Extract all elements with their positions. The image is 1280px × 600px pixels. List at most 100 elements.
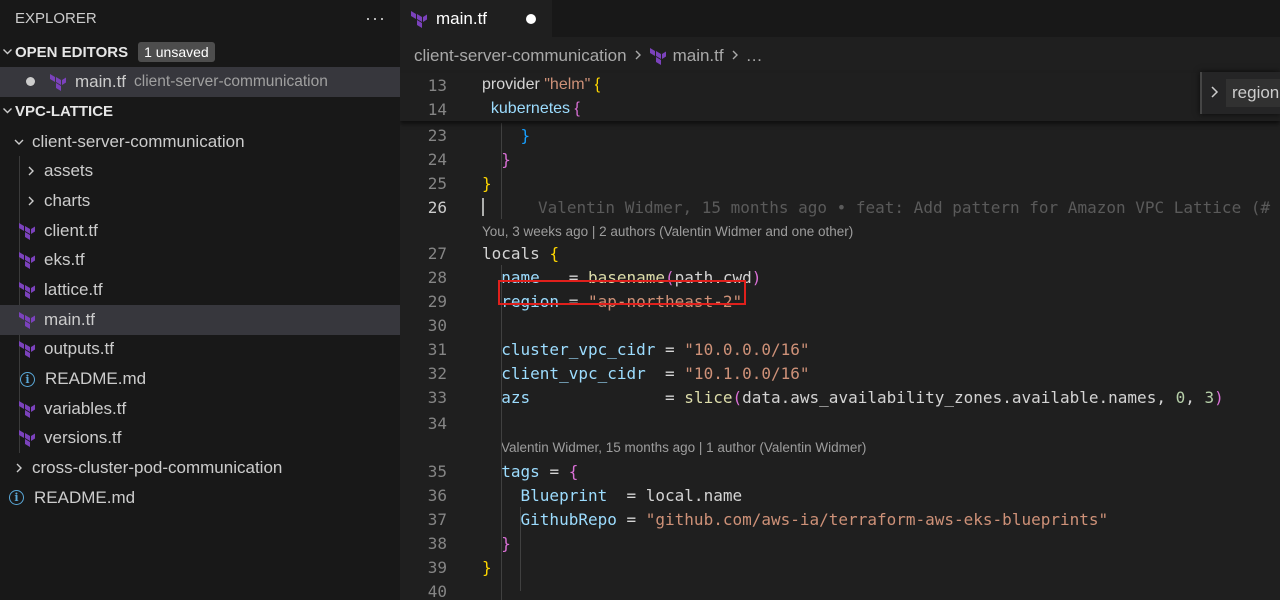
file-variables-tf[interactable]: variables.tf xyxy=(0,394,400,424)
sticky-scroll-header[interactable]: 13 provider "helm" {14 kubernetes { xyxy=(400,73,1280,121)
code-token: ) xyxy=(1214,387,1224,407)
file-label: versions.tf xyxy=(44,428,122,448)
file-label: variables.tf xyxy=(44,398,127,418)
code-token: } xyxy=(482,173,492,193)
editor-area: main.tf client-server-communication main… xyxy=(400,0,1280,600)
code-token: } xyxy=(501,533,511,553)
code-token: cluster_vpc_cidr xyxy=(482,339,666,359)
info-icon: i xyxy=(9,490,24,506)
terraform-icon xyxy=(50,73,66,91)
codelens-blame[interactable]: You, 3 weeks ago | 2 authors (Valentin W… xyxy=(482,221,853,241)
file-client-tf[interactable]: client.tf xyxy=(0,216,400,246)
folder-assets[interactable]: assets xyxy=(0,156,400,186)
codelens-blame[interactable]: Valentin Widmer, 15 months ago | 1 autho… xyxy=(501,437,866,457)
line-number: 35 xyxy=(427,461,447,481)
file-lattice-tf[interactable]: lattice.tf xyxy=(0,275,400,305)
line-number: 13 xyxy=(427,75,447,95)
terraform-icon xyxy=(649,48,666,65)
breadcrumb: client-server-communication main.tf … xyxy=(400,37,1280,75)
file-readme-md[interactable]: i README.md xyxy=(0,364,400,394)
workspace-title: VPC-LATTICE xyxy=(15,103,114,121)
region-highlight-box xyxy=(498,280,746,305)
line-number: 14 xyxy=(427,99,447,119)
code-text: } xyxy=(482,558,492,577)
modified-dot-icon[interactable] xyxy=(526,14,536,24)
open-editor-item-main-tf[interactable]: main.tf client-server-communication xyxy=(0,67,400,97)
breadcrumb-more[interactable]: … xyxy=(746,46,763,66)
explorer-title: EXPLORER xyxy=(15,10,97,27)
folder-charts[interactable]: charts xyxy=(0,186,400,216)
code-line: 32 client_vpc_cidr = "10.1.0.0/16" xyxy=(400,361,1280,385)
line-number: 25 xyxy=(427,173,447,193)
code-line: 27 locals { xyxy=(400,241,1280,265)
terraform-icon xyxy=(19,252,35,270)
code-line: 39} xyxy=(400,555,1280,579)
code-line: 38 } xyxy=(400,531,1280,555)
code-token: { xyxy=(568,461,579,481)
code-token: provider xyxy=(482,76,545,93)
line-number: 36 xyxy=(427,485,447,505)
code-text: } xyxy=(482,534,511,553)
code-text: } xyxy=(482,150,511,169)
code-token: = xyxy=(665,363,685,383)
file-eks-tf[interactable]: eks.tf xyxy=(0,245,400,275)
chevron-right-icon[interactable] xyxy=(1202,85,1226,102)
explorer-header: EXPLORER ··· xyxy=(0,0,400,37)
open-editors-section[interactable]: OPEN EDITORS 1 unsaved xyxy=(0,37,400,67)
tab-bar: main.tf xyxy=(400,0,1280,37)
inline-blame: Valentin Widmer, 15 months ago • feat: A… xyxy=(538,197,1271,217)
open-editors-title: OPEN EDITORS xyxy=(15,43,129,61)
chevron-right-icon xyxy=(730,48,740,64)
file-label: lattice.tf xyxy=(44,279,103,299)
code-token: 0 xyxy=(1175,387,1186,407)
line-number: 26 xyxy=(427,197,447,217)
workspace-section[interactable]: VPC-LATTICE xyxy=(0,97,400,127)
code-line: 25} xyxy=(400,171,1280,195)
file-label: client.tf xyxy=(44,220,98,240)
file-versions-tf[interactable]: versions.tf xyxy=(0,424,400,454)
breadcrumb-folder[interactable]: client-server-communication xyxy=(414,46,627,66)
terraform-icon xyxy=(19,222,35,240)
unsaved-dot-icon[interactable] xyxy=(26,77,35,87)
code-token: locals xyxy=(482,243,550,263)
file-outputs-tf[interactable]: outputs.tf xyxy=(0,335,400,365)
unsaved-badge: 1 unsaved xyxy=(138,42,215,62)
more-actions-icon[interactable]: ··· xyxy=(365,8,386,29)
code-text: GithubRepo = "github.com/aws-ia/terrafor… xyxy=(482,509,1109,529)
code-line: 36 Blueprint = local.name xyxy=(400,483,1280,507)
indent-guide xyxy=(501,265,502,600)
file-main-tf[interactable]: main.tf xyxy=(0,304,400,335)
line-number: 33 xyxy=(427,387,447,407)
sticky-line[interactable]: 14 kubernetes { xyxy=(400,97,1280,121)
breadcrumb-file[interactable]: main.tf xyxy=(673,46,724,66)
chevron-down-icon xyxy=(0,104,14,119)
code-token: = xyxy=(665,387,685,407)
indent-guide xyxy=(501,123,502,219)
code-token: Blueprint xyxy=(482,485,627,505)
code-text: Blueprint = local.name xyxy=(482,485,743,505)
code-token: "github.com/aws-ia/terraform-aws-eks-blu… xyxy=(645,509,1109,529)
terraform-icon xyxy=(19,430,35,448)
code-text: azs = slice(data.aws_availability_zones.… xyxy=(482,388,1224,407)
terraform-icon xyxy=(19,400,35,418)
tab-main-tf[interactable]: main.tf xyxy=(400,0,552,37)
file-label: README.md xyxy=(45,369,147,389)
file-label: eks.tf xyxy=(44,250,85,270)
code-token: , xyxy=(1185,387,1205,407)
folder-client-server-communication[interactable]: client-server-communication xyxy=(0,127,400,157)
terraform-icon xyxy=(19,281,35,299)
sticky-line[interactable]: 13 provider "helm" { xyxy=(400,73,1280,97)
indent-guide xyxy=(520,507,521,591)
code-token: slice xyxy=(684,387,733,407)
explorer-sidebar: EXPLORER ··· OPEN EDITORS 1 unsaved main… xyxy=(0,0,400,600)
line-number: 38 xyxy=(427,533,447,553)
line-number: 37 xyxy=(427,509,447,529)
folder-cross-cluster-pod-communication[interactable]: cross-cluster-pod-communication xyxy=(0,453,400,483)
file-label: outputs.tf xyxy=(44,339,114,359)
folder-label: cross-cluster-pod-communication xyxy=(32,458,283,478)
file-root-readme[interactable]: i README.md xyxy=(0,483,400,513)
find-input[interactable]: region xyxy=(1226,79,1280,107)
code-line: 34 xyxy=(400,411,1280,435)
